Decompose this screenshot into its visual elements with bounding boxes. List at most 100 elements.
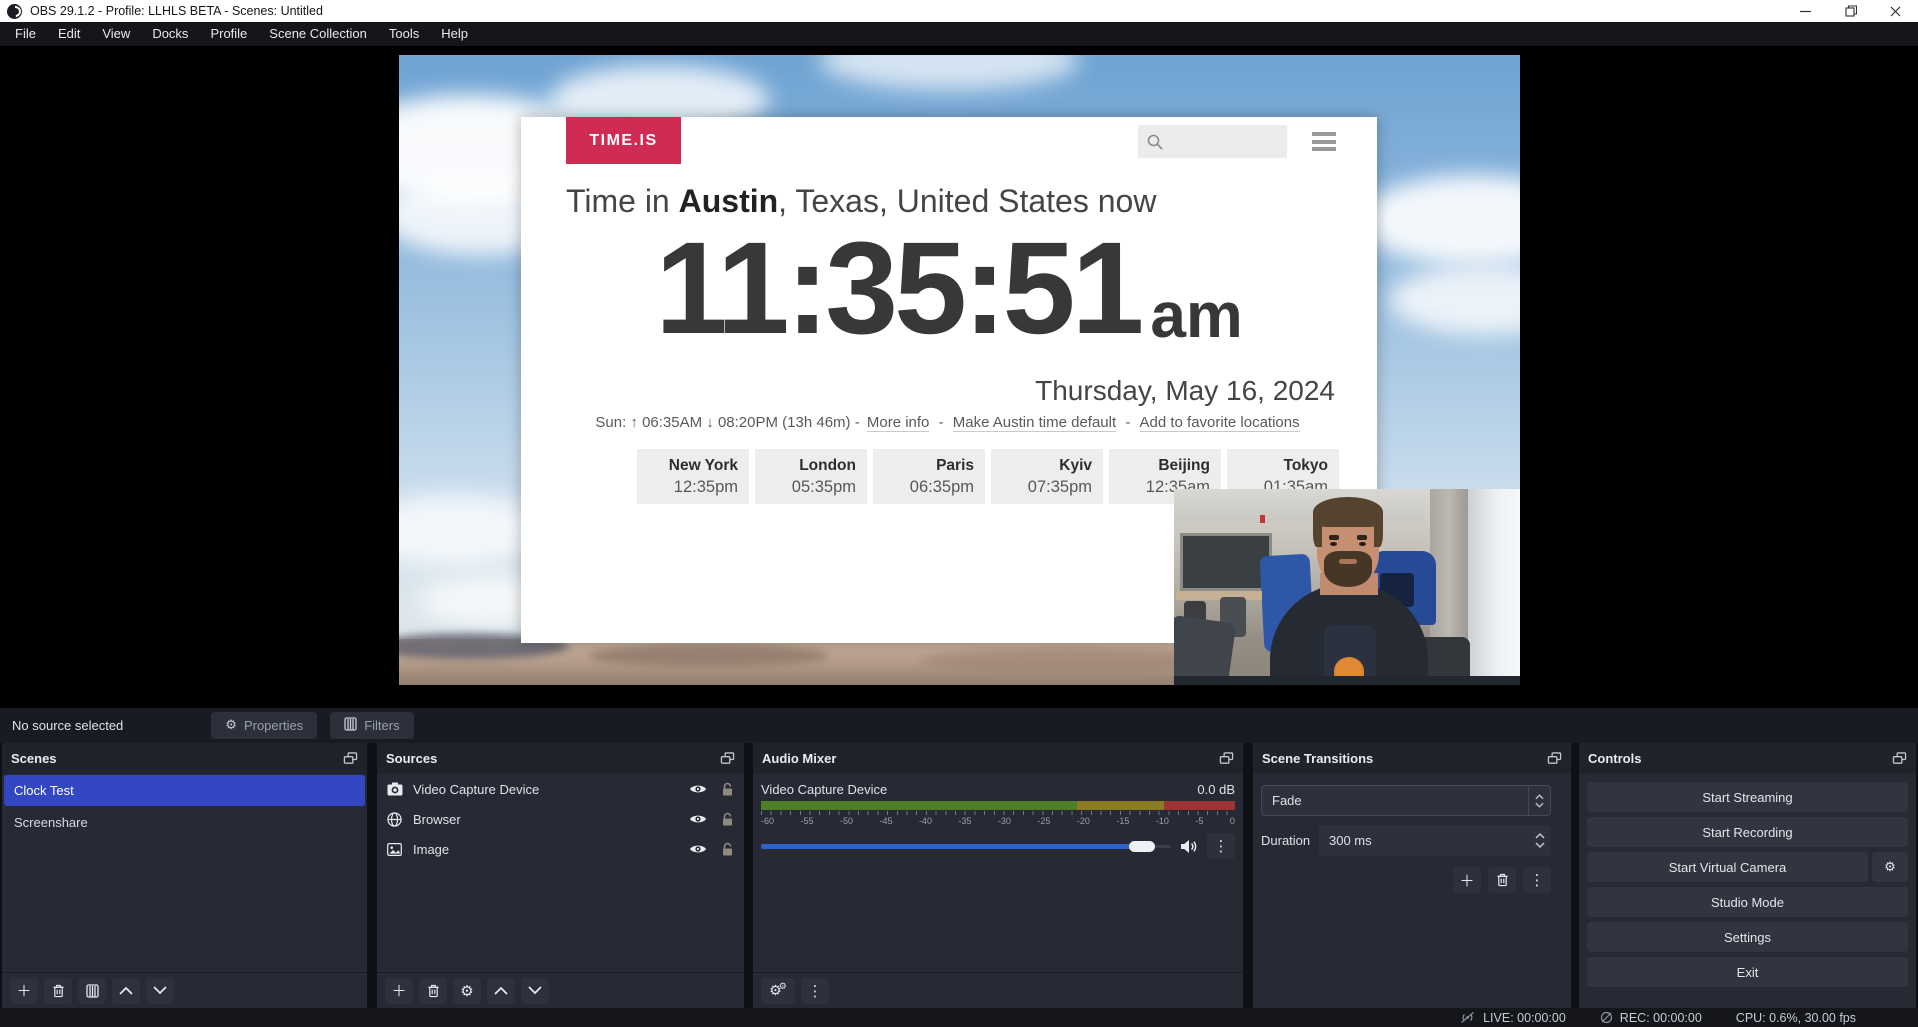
- menu-tools[interactable]: Tools: [378, 22, 430, 46]
- add-source-button[interactable]: ＋: [385, 978, 413, 1004]
- scene-item-screenshare[interactable]: Screenshare: [4, 807, 365, 838]
- duration-spinbox[interactable]: 300 ms: [1319, 825, 1551, 856]
- scene-filters-button[interactable]: [78, 978, 106, 1004]
- obs-logo-icon: [7, 4, 22, 19]
- start-recording-button[interactable]: Start Recording: [1587, 817, 1908, 847]
- lock-icon[interactable]: [721, 842, 734, 856]
- minimize-button[interactable]: [1783, 0, 1828, 22]
- settings-button[interactable]: Settings: [1587, 922, 1908, 952]
- lock-icon[interactable]: [721, 782, 734, 796]
- move-scene-down-button[interactable]: [146, 978, 174, 1004]
- office-table: [1176, 591, 1262, 600]
- obs-window: OBS 29.1.2 - Profile: LLHLS BETA - Scene…: [0, 0, 1918, 1027]
- virtual-camera-settings-button[interactable]: ⚙: [1872, 852, 1908, 882]
- source-row-video-capture[interactable]: Video Capture Device: [377, 774, 744, 804]
- volume-slider[interactable]: [761, 840, 1171, 852]
- transition-select[interactable]: Fade: [1261, 785, 1551, 816]
- properties-button[interactable]: ⚙ Properties: [211, 712, 317, 739]
- filters-button[interactable]: Filters: [330, 712, 413, 739]
- duration-label: Duration: [1261, 833, 1319, 848]
- office-window-right: [1464, 489, 1520, 685]
- visibility-eye-icon[interactable]: [689, 843, 707, 855]
- window-title: OBS 29.1.2 - Profile: LLHLS BETA - Scene…: [30, 4, 323, 18]
- advanced-audio-button[interactable]: ⚙⚙: [761, 978, 795, 1004]
- close-button[interactable]: [1873, 0, 1918, 22]
- gear-icon: ⚙: [225, 718, 237, 733]
- audio-mixer-header: Audio Mixer: [753, 743, 1243, 774]
- remove-source-button[interactable]: [419, 978, 447, 1004]
- mixer-toolbar: ⚙⚙ ⋮: [753, 972, 1243, 1008]
- filter-icon: [344, 717, 357, 734]
- office-chair-left: [1174, 615, 1236, 685]
- transition-select-arrows[interactable]: [1528, 786, 1550, 815]
- preview-canvas[interactable]: TIME.IS Time in Austin, Texas, United St…: [399, 55, 1520, 685]
- studio-mode-button[interactable]: Studio Mode: [1587, 887, 1908, 917]
- source-row-browser[interactable]: Browser: [377, 804, 744, 834]
- scene-item-clock-test[interactable]: Clock Test: [4, 775, 365, 806]
- meter-segment-red: [1164, 801, 1235, 810]
- add-transition-button[interactable]: ＋: [1453, 867, 1481, 893]
- scenes-toolbar: ＋: [2, 972, 367, 1008]
- start-streaming-button[interactable]: Start Streaming: [1587, 782, 1908, 812]
- exit-button[interactable]: Exit: [1587, 957, 1908, 987]
- speaker-icon[interactable]: [1180, 839, 1198, 854]
- menu-docks[interactable]: Docks: [141, 22, 199, 46]
- start-virtual-camera-button[interactable]: Start Virtual Camera: [1587, 852, 1868, 882]
- move-scene-up-button[interactable]: [112, 978, 140, 1004]
- source-properties-button[interactable]: ⚙: [453, 978, 481, 1004]
- popout-icon[interactable]: [1892, 752, 1907, 766]
- dock-panels: Scenes Clock Test Screenshare ＋: [0, 743, 1918, 1008]
- rec-status: REC: 00:00:00: [1600, 1011, 1702, 1025]
- move-source-up-button[interactable]: [487, 978, 515, 1004]
- controls-panel-header: Controls: [1579, 743, 1916, 774]
- sources-panel: Sources Video Capture: [377, 743, 744, 1008]
- broadcast-off-icon: [1459, 1011, 1476, 1024]
- source-toolbar: No source selected ⚙ Properties Filters: [0, 708, 1918, 743]
- camera-icon: [387, 782, 404, 796]
- spin-down-icon[interactable]: [1535, 842, 1545, 848]
- menu-view[interactable]: View: [91, 22, 141, 46]
- move-source-down-button[interactable]: [521, 978, 549, 1004]
- sun-times: Sun: ↑ 06:35AM ↓ 08:20PM (13h 46m) -: [595, 414, 859, 431]
- visibility-eye-icon[interactable]: [689, 783, 707, 795]
- restore-button[interactable]: [1828, 0, 1873, 22]
- menu-scene-collection[interactable]: Scene Collection: [258, 22, 378, 46]
- volume-slider-handle[interactable]: [1129, 841, 1155, 852]
- menu-profile[interactable]: Profile: [199, 22, 258, 46]
- meter-segment-yellow: [1077, 801, 1164, 810]
- remove-transition-button[interactable]: [1488, 867, 1516, 893]
- menu-edit[interactable]: Edit: [47, 22, 91, 46]
- remove-scene-button[interactable]: [44, 978, 72, 1004]
- scenes-panel: Scenes Clock Test Screenshare ＋: [2, 743, 367, 1008]
- office-far-wall: [1180, 533, 1272, 591]
- person-beard: [1324, 551, 1372, 587]
- audio-mixer-panel: Audio Mixer Video Capture Device 0.0 dB: [753, 743, 1243, 1008]
- meter-segment-green: [761, 801, 1077, 810]
- record-off-icon: [1600, 1011, 1613, 1024]
- clock-digits: 11:35:51: [655, 213, 1140, 363]
- mixer-channel-menu-button[interactable]: ⋮: [1207, 833, 1235, 859]
- menu-bar: File Edit View Docks Profile Scene Colle…: [0, 22, 1918, 46]
- person-hair: [1313, 497, 1383, 527]
- image-icon: [387, 843, 404, 856]
- menu-help[interactable]: Help: [430, 22, 479, 46]
- transition-properties-button[interactable]: ⋮: [1523, 867, 1551, 893]
- more-info-link: More info: [867, 414, 930, 432]
- city-box-paris: Paris 06:35pm: [873, 449, 985, 504]
- menu-file[interactable]: File: [4, 22, 47, 46]
- add-scene-button[interactable]: ＋: [10, 978, 38, 1004]
- source-row-image[interactable]: Image: [377, 834, 744, 864]
- popout-icon[interactable]: [1219, 752, 1234, 766]
- popout-icon[interactable]: [343, 752, 358, 766]
- meter-tick-labels: -60-55 -50-45 -40-35 -30-25 -20-15 -10-5…: [761, 816, 1235, 826]
- mixer-menu-button[interactable]: ⋮: [801, 978, 829, 1004]
- clock-ampm: am: [1150, 283, 1243, 347]
- webcam-video: [1174, 489, 1520, 685]
- spin-up-icon[interactable]: [1535, 833, 1545, 839]
- popout-icon[interactable]: [720, 752, 735, 766]
- preview-area: TIME.IS Time in Austin, Texas, United St…: [0, 46, 1918, 708]
- popout-icon[interactable]: [1547, 752, 1562, 766]
- meter-tickmarks: [761, 811, 1235, 815]
- lock-icon[interactable]: [721, 812, 734, 826]
- visibility-eye-icon[interactable]: [689, 813, 707, 825]
